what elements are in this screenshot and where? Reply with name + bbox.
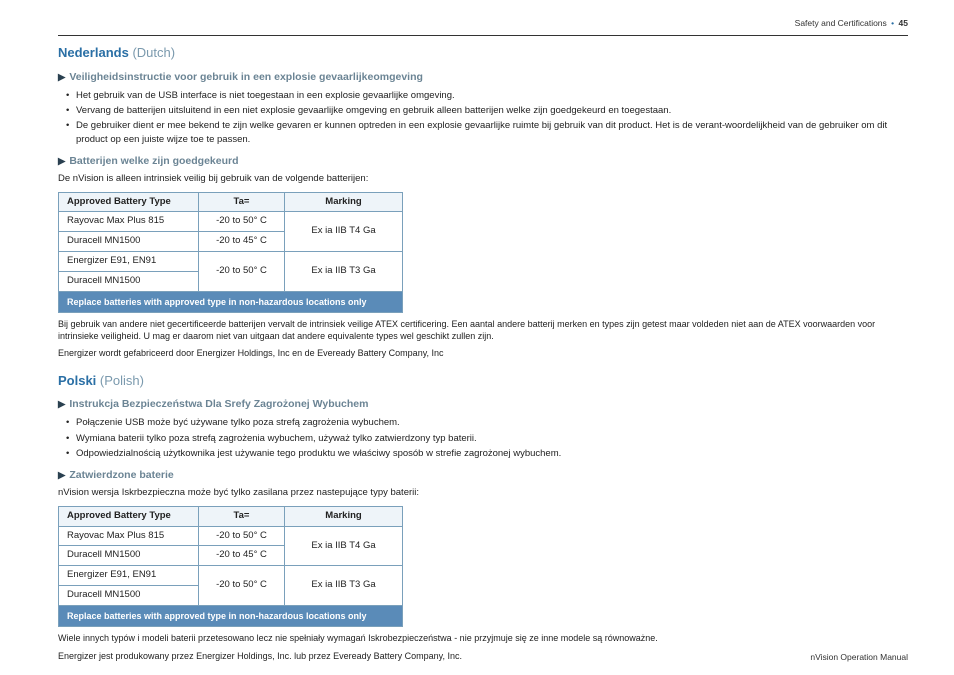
td-ta: -20 to 50° C	[199, 526, 285, 546]
triangle-icon: ▶	[58, 470, 65, 481]
subhead-safety-polish-text: Instrukcja Bezpieczeństwa Dla Srefy Zagr…	[69, 398, 368, 410]
td-type: Duracell MN1500	[59, 586, 199, 606]
intro-batteries-dutch: De nVision is alleen intrinsiek veilig b…	[58, 173, 908, 186]
lang-paren-polish: (Polish)	[100, 373, 144, 388]
bullet-list-polish: Połączenie USB może być używane tylko po…	[58, 416, 908, 460]
lang-name-polish: Polski	[58, 373, 96, 388]
td-marking: Ex ia IIB T4 Ga	[285, 526, 403, 566]
subhead-safety-polish: ▶ Instrukcja Bezpieczeństwa Dla Srefy Zag…	[58, 397, 908, 412]
th-marking: Marking	[285, 506, 403, 526]
td-marking: Ex ia IIB T4 Ga	[285, 212, 403, 252]
td-type: Energizer E91, EN91	[59, 252, 199, 272]
td-marking: Ex ia IIB T3 Ga	[285, 252, 403, 292]
th-ta: Ta=	[199, 506, 285, 526]
subhead-safety-dutch: ▶ Veiligheidsinstructie voor gebruik in e…	[58, 70, 908, 85]
footer-manual: nVision Operation Manual	[810, 652, 908, 663]
bullet-list-dutch: Het gebruik van de USB interface is niet…	[58, 89, 908, 146]
intro-batteries-polish: nVision wersja Iskrbezpieczna może być t…	[58, 487, 908, 500]
td-type: Duracell MN1500	[59, 232, 199, 252]
td-type: Energizer E91, EN91	[59, 566, 199, 586]
header-rule	[58, 35, 908, 36]
td-type: Duracell MN1500	[59, 271, 199, 291]
para-after-table-dutch-1: Bij gebruik van andere niet gecertificee…	[58, 319, 908, 342]
th-type: Approved Battery Type	[59, 506, 199, 526]
lang-name-dutch: Nederlands	[58, 45, 129, 60]
list-item: De gebruiker dient er mee bekend te zijn…	[76, 119, 908, 146]
list-item: Odpowiedzialnością użytkownika jest używ…	[76, 447, 908, 460]
td-ta: -20 to 45° C	[199, 546, 285, 566]
subhead-batteries-dutch: ▶ Batterijen welke zijn goedgekeurd	[58, 154, 908, 169]
subhead-batteries-dutch-text: Batterijen welke zijn goedgekeurd	[69, 155, 238, 167]
page-header: Safety and Certifications • 45	[58, 18, 908, 29]
para-after-table-polish-1: Wiele innych typów i modeli baterii prze…	[58, 633, 908, 645]
list-item: Połączenie USB może być używane tylko po…	[76, 416, 908, 429]
td-type: Duracell MN1500	[59, 546, 199, 566]
subhead-batteries-polish-text: Zatwierdzone baterie	[69, 469, 173, 481]
td-ta: -20 to 50° C	[199, 212, 285, 232]
th-type: Approved Battery Type	[59, 192, 199, 212]
table-notice: Replace batteries with approved type in …	[59, 291, 403, 312]
section-title-dutch: Nederlands (Dutch)	[58, 44, 908, 62]
table-notice: Replace batteries with approved type in …	[59, 605, 403, 626]
triangle-icon: ▶	[58, 156, 65, 167]
td-marking: Ex ia IIB T3 Ga	[285, 566, 403, 606]
td-type: Rayovac Max Plus 815	[59, 526, 199, 546]
header-section: Safety and Certifications	[795, 18, 887, 28]
para-after-table-polish-2: Energizer jest produkowany przez Energiz…	[58, 651, 908, 663]
subhead-safety-dutch-text: Veiligheidsinstructie voor gebruik in ee…	[69, 71, 423, 83]
th-ta: Ta=	[199, 192, 285, 212]
list-item: Het gebruik van de USB interface is niet…	[76, 89, 908, 102]
td-ta: -20 to 45° C	[199, 232, 285, 252]
header-dot: •	[891, 18, 894, 28]
td-ta: -20 to 50° C	[199, 566, 285, 606]
battery-table-dutch: Approved Battery Type Ta= Marking Rayova…	[58, 192, 403, 313]
td-ta: -20 to 50° C	[199, 252, 285, 292]
list-item: Wymiana baterii tylko poza strefą zagroż…	[76, 432, 908, 445]
para-after-table-dutch-2: Energizer wordt gefabriceerd door Energi…	[58, 348, 908, 360]
list-item: Vervang de batterijen uitsluitend in een…	[76, 104, 908, 117]
page-number: 45	[899, 18, 908, 28]
section-title-polish: Polski (Polish)	[58, 372, 908, 390]
th-marking: Marking	[285, 192, 403, 212]
triangle-icon: ▶	[58, 399, 65, 410]
triangle-icon: ▶	[58, 72, 65, 83]
lang-paren-dutch: (Dutch)	[132, 45, 175, 60]
td-type: Rayovac Max Plus 815	[59, 212, 199, 232]
battery-table-polish: Approved Battery Type Ta= Marking Rayova…	[58, 506, 403, 627]
subhead-batteries-polish: ▶ Zatwierdzone baterie	[58, 468, 908, 483]
